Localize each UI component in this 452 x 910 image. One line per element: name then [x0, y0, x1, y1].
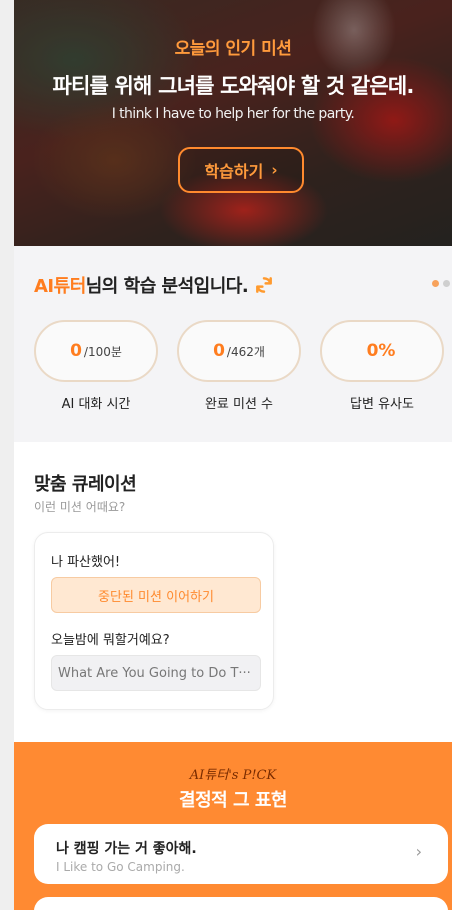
mission-english-preview[interactable]: What Are You Going to Do T···	[51, 655, 261, 691]
start-learning-label: 학습하기	[204, 162, 264, 181]
analysis-title-text: 님의 학습 분석입니다.	[85, 276, 249, 297]
stat-unit: /100분	[83, 344, 122, 359]
analysis-title-accent: AI튜터	[34, 276, 86, 297]
curation-title: 맞춤 큐레이션	[34, 474, 137, 495]
pick-expression-item[interactable]	[34, 897, 448, 910]
stat-completed-missions: 0 /462개	[177, 320, 301, 382]
hero-subtitle: I think I have to help her for the party…	[111, 106, 355, 122]
curation-card[interactable]: 나 파산했어! 중단된 미션 이어하기 오늘밤에 뭐할거예요? What Are…	[34, 532, 274, 710]
page-dot	[443, 280, 450, 287]
curation-subtitle: 이런 미션 어때요?	[34, 500, 126, 514]
analysis-title: AI튜터님의 학습 분석입니다.	[34, 272, 274, 298]
chevron-right-icon: ›	[271, 161, 278, 179]
stat-label: AI 대화 시간	[61, 397, 131, 412]
page-dot-active	[432, 280, 439, 287]
learning-analysis: AI튜터님의 학습 분석입니다. 0 /100분 AI 대화 시간 0 /462…	[14, 246, 452, 442]
mission-title: 나 파산했어!	[51, 555, 121, 570]
expression-korean: 나 캠핑 가는 거 좋아해.	[56, 841, 197, 857]
chevron-right-icon: ›	[415, 842, 422, 861]
hero-banner[interactable]: 오늘의 인기 미션 파티를 위해 그녀를 도와줘야 할 것 같은데. I thi…	[14, 0, 452, 246]
stat-answer-similarity: 0%	[320, 320, 444, 382]
mission-title: 오늘밤에 뭐할거예요?	[51, 633, 170, 648]
hero-title: 파티를 위해 그녀를 도와줘야 할 것 같은데.	[52, 74, 414, 98]
hero-badge: 오늘의 인기 미션	[174, 39, 292, 59]
expression-english: I Like to Go Camping.	[56, 860, 185, 874]
stat-unit: /462개	[226, 344, 265, 359]
pick-expression-item[interactable]: 나 캠핑 가는 거 좋아해. I Like to Go Camping. ›	[34, 824, 448, 884]
stat-label: 답변 유사도	[350, 397, 414, 412]
custom-curation: 맞춤 큐레이션 이런 미션 어때요? 나 파산했어! 중단된 미션 이어하기 오…	[14, 442, 452, 742]
start-learning-button[interactable]: 학습하기 ›	[178, 147, 304, 193]
page-indicator[interactable]	[432, 280, 450, 287]
stat-value: 0%	[366, 341, 396, 361]
ai-tutor-pick: AI튜터's P!CK 결정적 그 표현 나 캠핑 가는 거 좋아해. I Li…	[14, 742, 452, 910]
app-screen: 오늘의 인기 미션 파티를 위해 그녀를 도와줘야 할 것 같은데. I thi…	[14, 0, 452, 910]
pick-brand-logo: AI튜터's P!CK	[189, 768, 277, 783]
refresh-icon[interactable]	[254, 275, 274, 295]
resume-mission-button[interactable]: 중단된 미션 이어하기	[51, 577, 261, 613]
stat-value: 0	[70, 341, 82, 361]
stat-label: 완료 미션 수	[204, 397, 274, 412]
pick-title: 결정적 그 표현	[179, 790, 287, 811]
stat-chat-time: 0 /100분	[34, 320, 158, 382]
stat-value: 0	[213, 341, 225, 361]
